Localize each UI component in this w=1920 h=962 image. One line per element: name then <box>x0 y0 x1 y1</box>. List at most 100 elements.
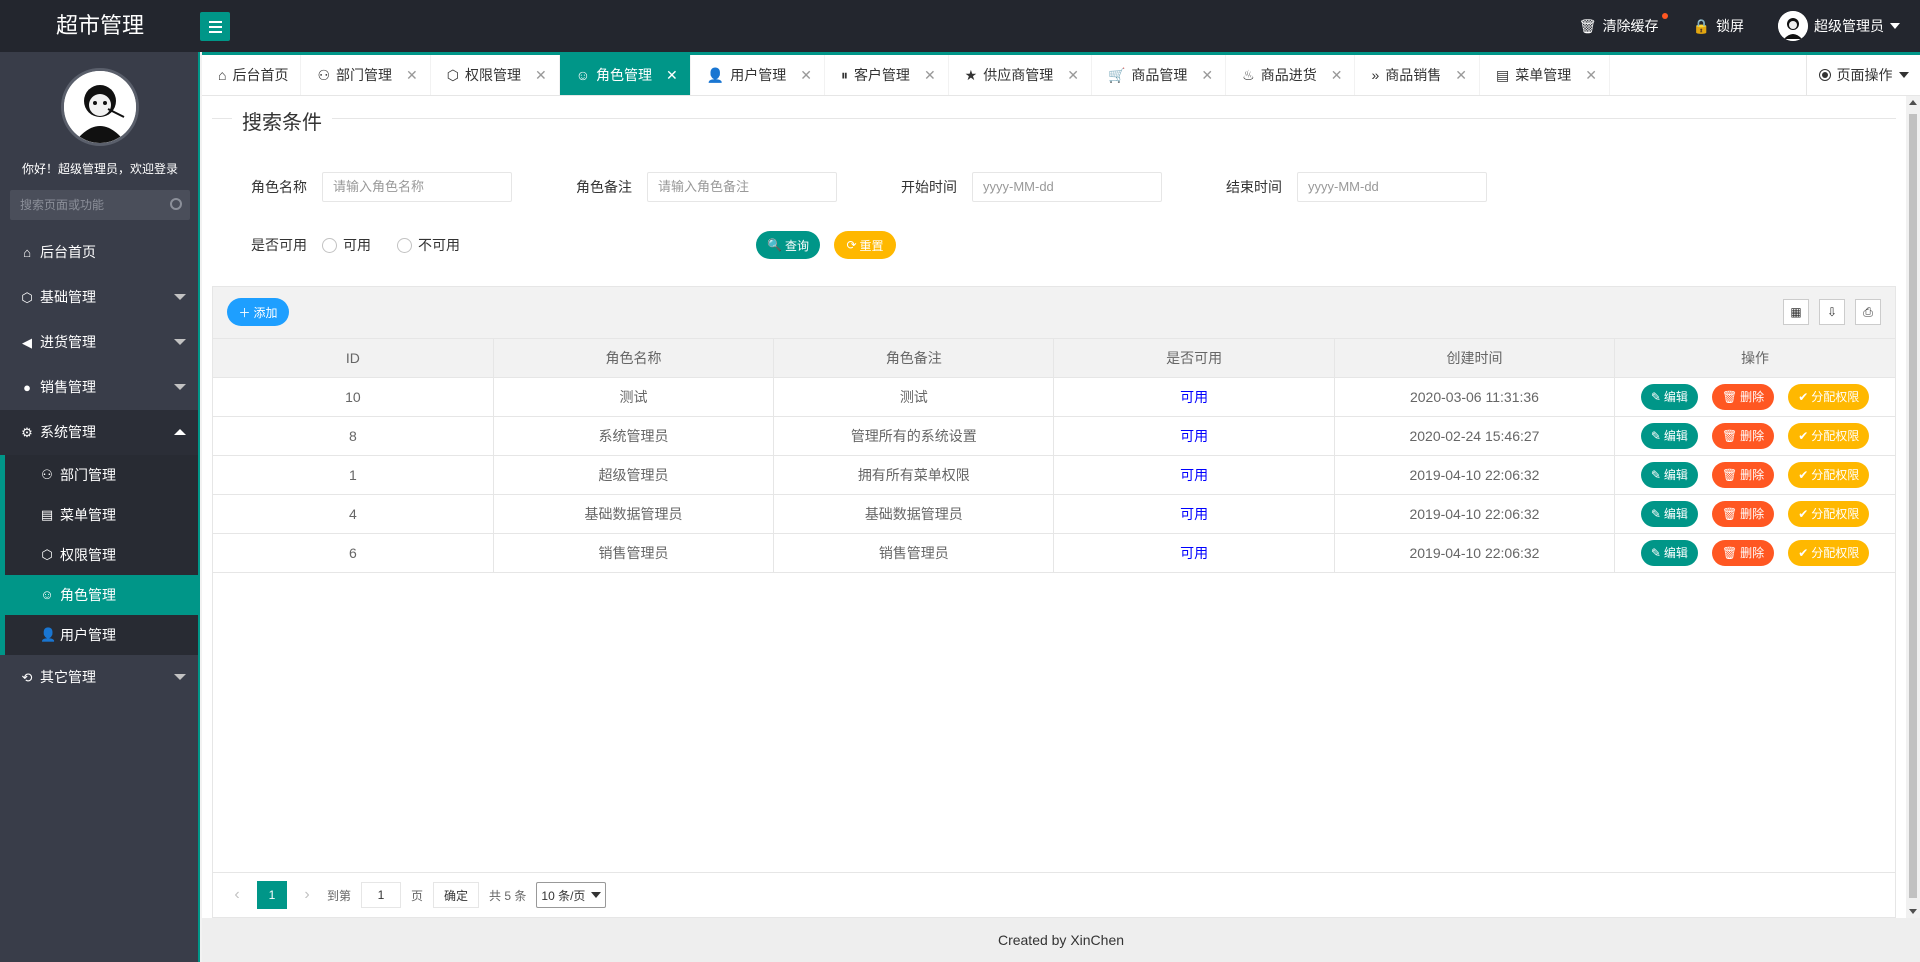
prev-page-icon[interactable]: ‹ <box>227 886 247 904</box>
chevron-down-icon <box>174 339 186 345</box>
delete-button[interactable]: 🗑 删除 <box>1711 500 1775 527</box>
sidebar-item-system[interactable]: ⚙ 系统管理 <box>0 410 198 455</box>
trash-icon: 🗑 <box>1721 545 1738 560</box>
column-header[interactable]: 创建时间 <box>1334 339 1616 378</box>
table-row: 1 超级管理员 拥有所有菜单权限 可用 2019-04-10 22:06:32 ✎ 编辑 🗑 删… <box>213 455 1895 495</box>
sidebar-item-department[interactable]: ⚇ 部门管理 <box>0 455 198 495</box>
close-icon[interactable]: ✕ <box>1331 55 1343 95</box>
cell-role-remark: 拥有所有菜单权限 <box>773 455 1055 495</box>
tab-goods-purchase[interactable]: ♨ 商品进货 ✕ <box>1226 55 1356 95</box>
sidebar-search-input[interactable]: 搜索页面或功能 <box>10 190 190 220</box>
assign-permission-button[interactable]: ✔ 分配权限 <box>1788 383 1870 410</box>
clear-cache-button[interactable]: 🗑 清除缓存 <box>1579 13 1668 36</box>
next-page-icon[interactable]: › <box>297 886 317 904</box>
user-menu[interactable]: 超级管理员 <box>1778 11 1900 41</box>
edit-label: 编辑 <box>1663 429 1688 443</box>
delete-button[interactable]: 🗑 删除 <box>1711 383 1775 410</box>
reset-button[interactable]: ⟳ 重置 <box>834 231 896 259</box>
edit-button[interactable]: ✎ 编辑 <box>1640 383 1698 410</box>
columns-filter-icon[interactable]: ▦ <box>1783 299 1809 325</box>
app-logo-title[interactable]: 超市管理 <box>0 0 200 52</box>
close-icon[interactable]: ✕ <box>535 55 547 95</box>
refresh-icon: ⟲ <box>21 670 33 685</box>
tab-goods-sales[interactable]: » 商品销售 ✕ <box>1355 55 1480 95</box>
delete-button[interactable]: 🗑 删除 <box>1711 539 1775 566</box>
edit-button[interactable]: ✎ 编辑 <box>1640 500 1698 527</box>
query-button[interactable]: 🔍 查询 <box>756 231 820 259</box>
assign-label: 分配权限 <box>1811 429 1860 443</box>
column-header[interactable]: 角色名称 <box>493 339 775 378</box>
assign-permission-button[interactable]: ✔ 分配权限 <box>1788 422 1870 449</box>
column-header[interactable]: 是否可用 <box>1053 339 1335 378</box>
pause-icon: ⏸ <box>840 67 848 83</box>
close-icon[interactable]: ✕ <box>666 55 678 95</box>
tab-menu[interactable]: ▤ 菜单管理 ✕ <box>1480 55 1610 95</box>
chevron-up-icon <box>174 429 186 435</box>
cell-id: 8 <box>213 416 494 456</box>
assign-permission-button[interactable]: ✔ 分配权限 <box>1788 539 1870 566</box>
close-icon[interactable]: ✕ <box>1585 55 1597 95</box>
page-tabs: ⌂ 后台首页 ⚇ 部门管理 ✕ ⬡ 权限管理 ✕ ☺ 角色管理 ✕ 👤 用户管理… <box>202 52 1920 96</box>
close-icon[interactable]: ✕ <box>800 55 812 95</box>
cell-operations: ✎ 编辑 🗑 删除 ✔ 分配权限 <box>1614 533 1895 573</box>
footer: Created by XinChen <box>202 918 1920 962</box>
lock-screen-button[interactable]: 🔒 锁屏 <box>1693 16 1744 36</box>
close-icon[interactable]: ✕ <box>406 55 418 95</box>
role-name-input[interactable]: 请输入角色名称 <box>322 172 512 202</box>
add-role-button[interactable]: ＋ 添加 <box>227 298 289 326</box>
sidebar-item-label: 后台首页 <box>40 244 96 260</box>
delete-button[interactable]: 🗑 删除 <box>1711 461 1775 488</box>
column-header[interactable]: ID <box>213 339 494 378</box>
print-icon[interactable]: ⎙ <box>1855 299 1881 325</box>
sidebar-item-home[interactable]: ⌂ 后台首页 <box>0 230 198 275</box>
role-remark-input[interactable]: 请输入角色备注 <box>647 172 837 202</box>
tab-role[interactable]: ☺ 角色管理 ✕ <box>559 55 691 95</box>
sidebar-item-menu[interactable]: ▤ 菜单管理 <box>0 495 198 535</box>
sidebar-item-basic[interactable]: ⬡ 基础管理 <box>0 275 198 320</box>
scroll-up-icon[interactable] <box>1909 100 1917 105</box>
export-icon[interactable]: ⇩ <box>1819 299 1845 325</box>
chevron-down-icon <box>174 384 186 390</box>
page-operations-dropdown[interactable]: 页面操作 <box>1806 55 1920 95</box>
radio-available-yes[interactable]: 可用 <box>322 235 371 255</box>
goto-confirm-button[interactable]: 确定 <box>433 882 480 908</box>
delete-button[interactable]: 🗑 删除 <box>1711 422 1775 449</box>
close-icon[interactable]: ✕ <box>1455 55 1467 95</box>
pencil-icon: ✎ <box>1650 389 1661 404</box>
tab-home[interactable]: ⌂ 后台首页 <box>202 55 302 95</box>
close-icon[interactable]: ✕ <box>1067 55 1079 95</box>
close-icon[interactable]: ✕ <box>1201 55 1213 95</box>
scrollbar-thumb[interactable] <box>1909 114 1917 898</box>
page-size-select[interactable]: 10 条/页 <box>536 882 607 908</box>
close-icon[interactable]: ✕ <box>924 55 936 95</box>
sidebar-item-role[interactable]: ☺ 角色管理 <box>0 575 198 615</box>
page-current[interactable]: 1 <box>257 881 287 909</box>
tab-label: 用户管理 <box>730 67 787 83</box>
sidebar-item-other[interactable]: ⟲ 其它管理 <box>0 655 198 700</box>
end-time-input[interactable]: yyyy-MM-dd <box>1297 172 1487 202</box>
pencil-icon: ✎ <box>1650 506 1661 521</box>
scroll-down-icon[interactable] <box>1909 909 1917 914</box>
tab-customer[interactable]: ⏸ 客户管理 ✕ <box>825 55 949 95</box>
goto-page-input[interactable]: 1 <box>361 882 402 908</box>
radio-available-no[interactable]: 不可用 <box>397 235 460 255</box>
sidebar-item-user[interactable]: 👤 用户管理 <box>0 615 198 655</box>
assign-permission-button[interactable]: ✔ 分配权限 <box>1788 500 1870 527</box>
sidebar-item-label: 用户管理 <box>60 627 116 643</box>
column-header[interactable]: 角色备注 <box>773 339 1055 378</box>
tab-supplier[interactable]: ★ 供应商管理 ✕ <box>949 55 1092 95</box>
sidebar-item-permission[interactable]: ⬡ 权限管理 <box>0 535 198 575</box>
vertical-scrollbar[interactable] <box>1906 96 1920 918</box>
tab-goods[interactable]: 🛒 商品管理 ✕ <box>1092 55 1227 95</box>
tab-user[interactable]: 👤 用户管理 ✕ <box>691 55 825 95</box>
start-time-input[interactable]: yyyy-MM-dd <box>972 172 1162 202</box>
sidebar-item-sales[interactable]: ● 销售管理 <box>0 365 198 410</box>
edit-button[interactable]: ✎ 编辑 <box>1640 539 1698 566</box>
menu-toggle-button[interactable] <box>200 12 230 41</box>
assign-permission-button[interactable]: ✔ 分配权限 <box>1788 461 1870 488</box>
edit-button[interactable]: ✎ 编辑 <box>1640 461 1698 488</box>
tab-department[interactable]: ⚇ 部门管理 ✕ <box>301 55 431 95</box>
sidebar-item-purchase[interactable]: ◀ 进货管理 <box>0 320 198 365</box>
tab-permission[interactable]: ⬡ 权限管理 ✕ <box>431 55 560 95</box>
edit-button[interactable]: ✎ 编辑 <box>1640 422 1698 449</box>
